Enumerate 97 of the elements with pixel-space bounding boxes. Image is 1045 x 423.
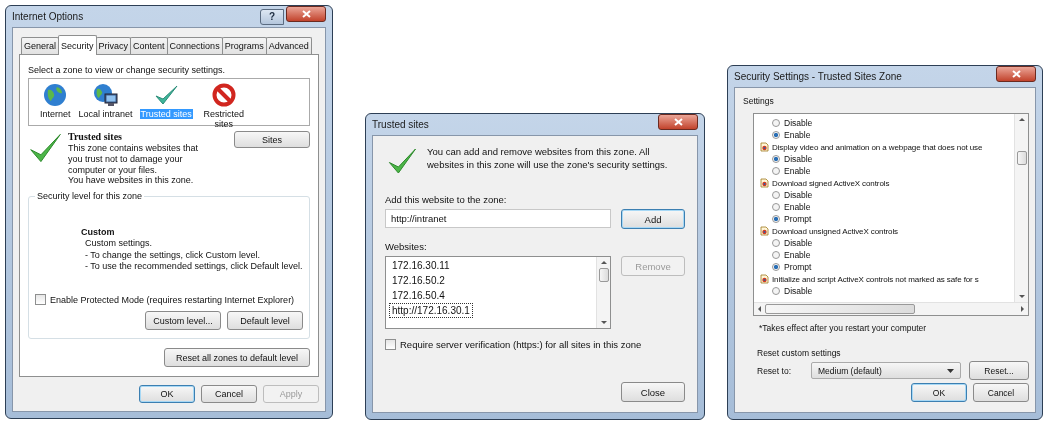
radio-label: Prompt — [784, 262, 812, 272]
page-icon — [760, 226, 769, 236]
add-button[interactable]: Add — [621, 209, 685, 229]
radio-label: Disable — [784, 118, 813, 128]
setting-heading: Initialize and script ActiveX controls not marked as safe for s — [772, 274, 979, 284]
zone-description: This zone contains websites that you trust not to damage your computer or your files. — [68, 143, 200, 176]
group-label: Security level for this zone — [36, 191, 144, 202]
dialog-button[interactable]: OK — [911, 383, 967, 402]
intro-text: You can add and remove websites from this zone. All websites in this zone will use the zone's security settings. — [427, 146, 669, 172]
zone-heading: Trusted sites — [68, 131, 123, 143]
website-item[interactable]: http://172.16.30.1 — [390, 304, 472, 317]
page-icon — [760, 142, 769, 152]
checkbox-label: Enable Protected Mode (requires restarting Internet Explorer) — [50, 294, 295, 305]
radio-label: Enable — [784, 250, 811, 260]
level-description: Custom settings. — [84, 238, 154, 250]
group-label: Settings — [743, 96, 775, 106]
radio-label: Enable — [784, 166, 811, 176]
close-dialog-button[interactable]: Close — [621, 382, 685, 402]
globe-monitor-icon — [92, 83, 119, 107]
radio-button[interactable] — [772, 131, 780, 139]
tab[interactable]: Programs — [221, 37, 267, 54]
setting-heading: Download signed ActiveX controls — [772, 178, 890, 188]
close-button[interactable] — [286, 6, 326, 22]
checkmark-icon — [154, 83, 179, 107]
radio-label: Disable — [784, 190, 813, 200]
radio-button[interactable] — [772, 155, 780, 163]
website-item[interactable]: 172.16.50.4 — [390, 289, 447, 302]
checkmark-icon — [28, 131, 62, 165]
dialog-button[interactable]: Cancel — [973, 383, 1029, 402]
restart-note: *Takes effect after you restart your computer — [759, 323, 928, 333]
dialog-button[interactable]: Cancel — [201, 385, 257, 403]
radio-button[interactable] — [772, 287, 780, 295]
caret-icon — [947, 368, 954, 373]
reset-level-dropdown[interactable]: Medium (default) — [811, 362, 961, 379]
close-icon — [301, 10, 311, 18]
level-description: - To use the recommended settings, click Default level. — [84, 260, 303, 273]
zone-item[interactable]: Local intranet — [77, 109, 134, 119]
close-button[interactable] — [996, 66, 1036, 82]
group-label: Reset custom settings — [757, 348, 842, 358]
radio-label: Disable — [784, 154, 813, 164]
level-button[interactable]: Default level — [227, 311, 303, 331]
tab[interactable]: Content — [130, 37, 168, 54]
level-name: Custom — [81, 227, 115, 238]
radio-label: Disable — [784, 238, 813, 248]
tab[interactable]: Security — [58, 35, 97, 55]
close-icon — [673, 118, 683, 126]
field-label: Reset to: — [757, 365, 792, 376]
vertical-scrollbar[interactable] — [1014, 114, 1028, 302]
page-icon — [760, 274, 769, 284]
tab[interactable]: General — [21, 37, 60, 54]
radio-button[interactable] — [772, 215, 780, 223]
radio-button[interactable] — [772, 203, 780, 211]
checkbox[interactable] — [385, 339, 396, 350]
level-description: - To change the settings, click Custom level. — [84, 249, 261, 261]
radio-label: Enable — [784, 202, 811, 212]
zone-item[interactable]: Restricted sites — [198, 109, 249, 129]
window-title: Trusted sites — [372, 119, 430, 130]
radio-label: Enable — [784, 130, 811, 140]
window-title: Internet Options — [12, 11, 85, 22]
checkbox[interactable] — [35, 294, 46, 306]
reset-all-button[interactable]: Reset all zones to default level — [164, 348, 310, 368]
setting-heading: Download unsigned ActiveX controls — [772, 226, 898, 236]
zone-prompt: Select a zone to view or change security settings. — [28, 65, 227, 75]
vertical-scrollbar[interactable] — [596, 257, 610, 328]
close-icon — [1011, 70, 1021, 78]
radio-button[interactable] — [772, 167, 780, 175]
zone-item[interactable]: Internet — [39, 109, 72, 119]
website-item[interactable]: 172.16.50.2 — [390, 274, 447, 287]
horizontal-scrollbar[interactable] — [754, 302, 1028, 315]
tab[interactable]: Advanced — [265, 37, 312, 54]
setting-heading: Display video and animation on a webpage that does not use — [772, 142, 983, 152]
checkbox-label: Require server verification (https:) for all sites in this zone — [400, 339, 642, 350]
close-button[interactable] — [658, 114, 698, 130]
radio-button[interactable] — [772, 119, 780, 127]
globe-icon — [43, 83, 68, 107]
checkmark-icon — [387, 146, 417, 176]
radio-label: Prompt — [784, 214, 812, 224]
page-icon — [760, 178, 769, 188]
reset-button[interactable]: Reset... — [969, 361, 1029, 380]
website-field[interactable]: http://intranet — [385, 209, 611, 228]
tab[interactable]: Privacy — [95, 37, 132, 54]
sites-button[interactable]: Sites — [234, 131, 310, 148]
radio-button[interactable] — [772, 263, 780, 271]
radio-button[interactable] — [772, 251, 780, 259]
radio-button[interactable] — [772, 191, 780, 199]
zone-status: You have websites in this zone. — [68, 175, 195, 187]
website-item[interactable]: 172.16.30.11 — [390, 259, 452, 272]
level-button[interactable]: Custom level... — [145, 311, 221, 331]
dialog-button[interactable]: OK — [139, 385, 195, 403]
tab[interactable]: Connections — [166, 37, 223, 54]
prohibited-icon — [211, 83, 236, 107]
help-button[interactable]: ? — [260, 8, 284, 25]
window-title: Security Settings - Trusted Sites Zone — [734, 71, 903, 82]
radio-label: Disable — [784, 286, 813, 296]
field-label: Add this website to the zone: — [385, 194, 508, 205]
radio-button[interactable] — [772, 239, 780, 247]
list-label: Websites: — [385, 241, 428, 252]
